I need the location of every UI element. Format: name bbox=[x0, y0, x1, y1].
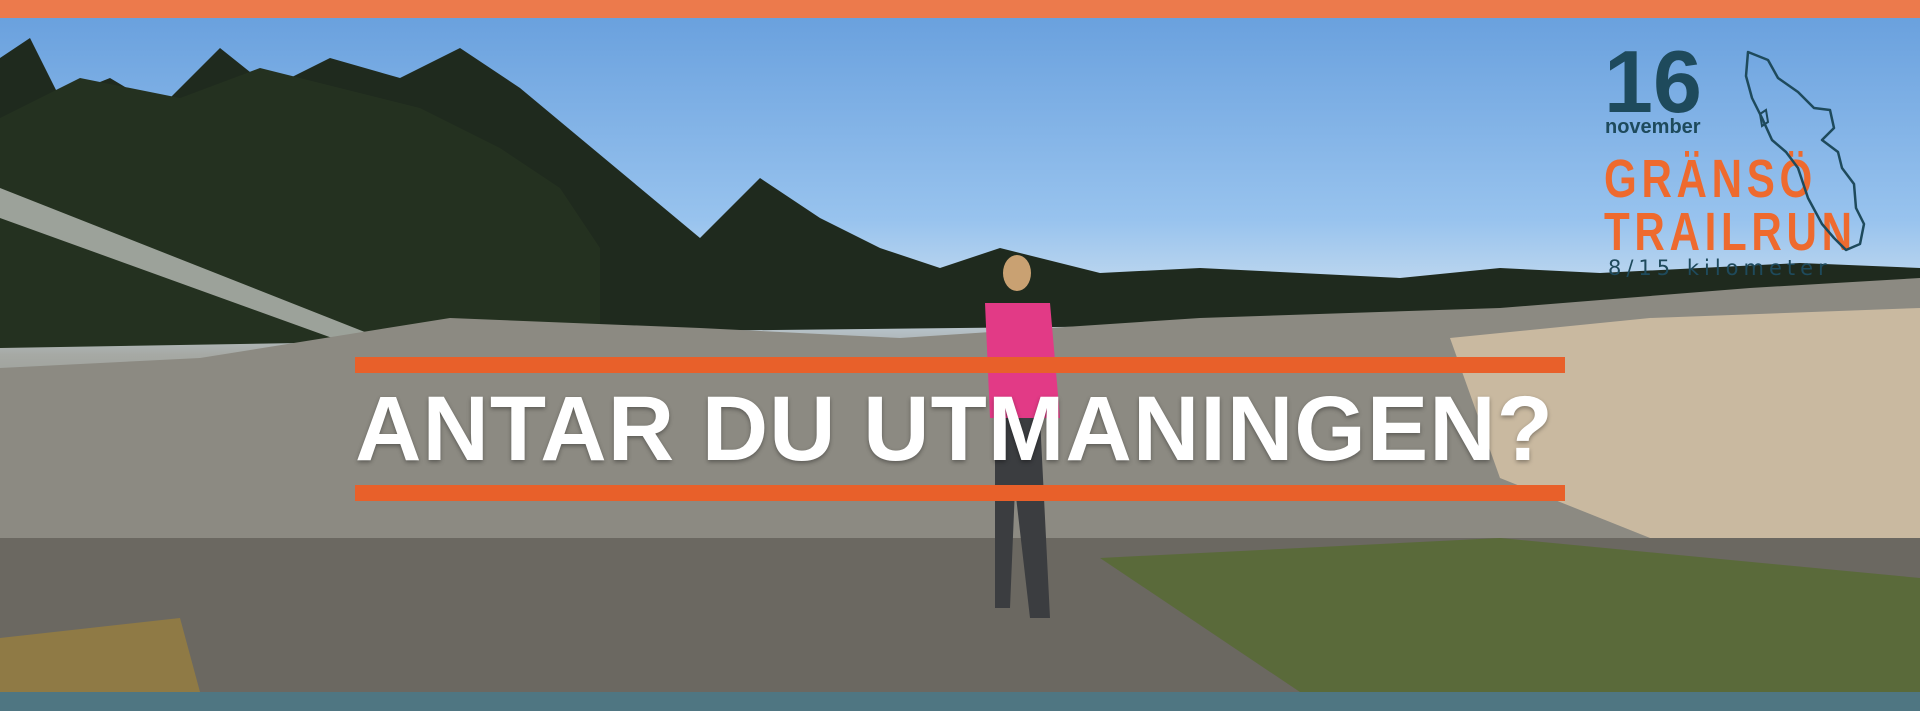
event-logo: 16 november GRÄNSÖ TRAILRUN 8/15 kilomet… bbox=[1598, 32, 1888, 290]
island-outline-icon bbox=[1744, 50, 1866, 252]
top-accent-bar bbox=[0, 0, 1920, 18]
headline-banner: ANTAR DU UTMANINGEN? bbox=[355, 357, 1565, 501]
headline-rule-bottom bbox=[355, 485, 1565, 501]
headline-text: ANTAR DU UTMANINGEN? bbox=[355, 378, 1554, 480]
event-day: 16 bbox=[1604, 32, 1702, 131]
headline-rule-top bbox=[355, 357, 1565, 373]
event-month: november bbox=[1605, 116, 1701, 138]
event-distances: 8/15 kilometer bbox=[1608, 256, 1832, 280]
bottom-accent-bar bbox=[0, 692, 1920, 711]
